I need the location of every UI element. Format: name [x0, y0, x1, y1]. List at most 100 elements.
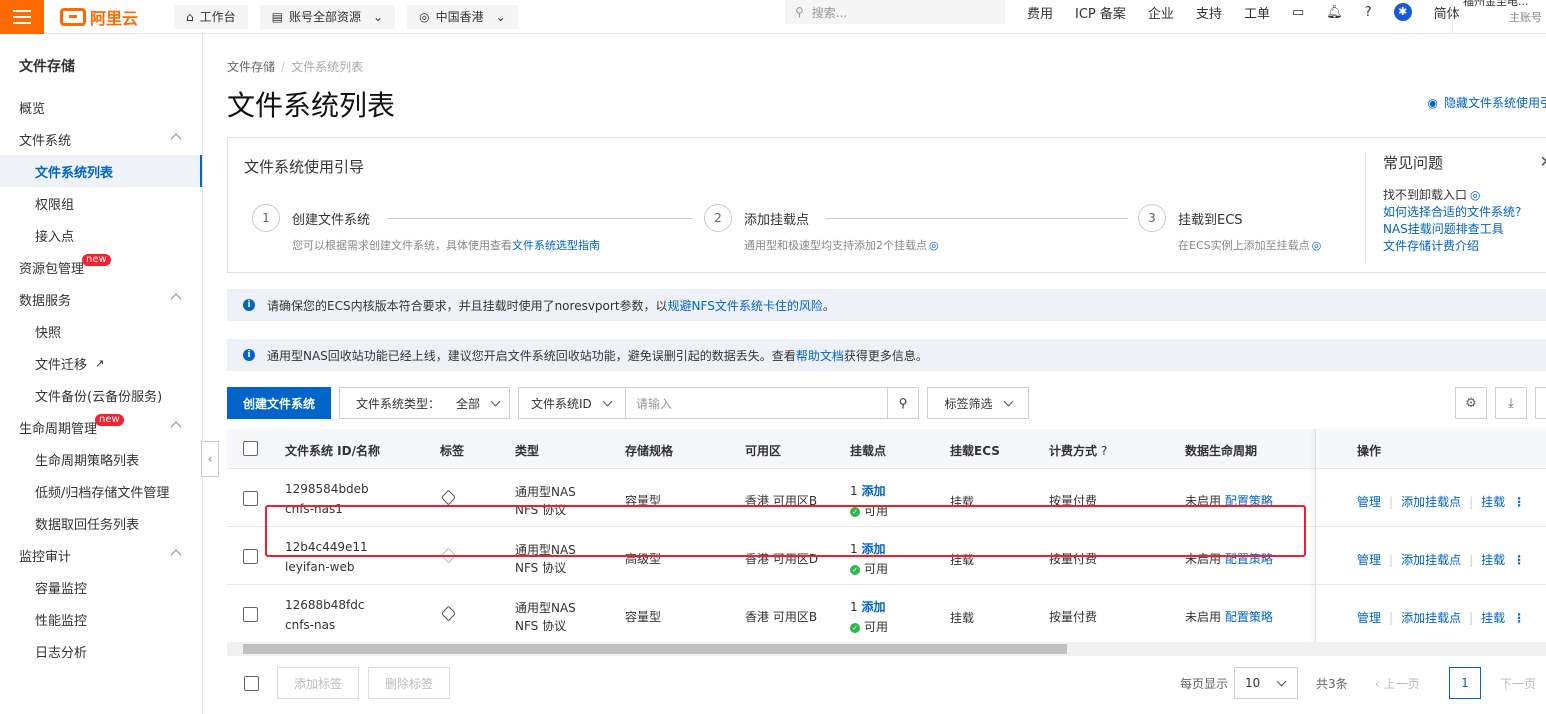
row-checkbox[interactable] [243, 549, 258, 564]
sidebar-item-performance-monitor[interactable]: 性能监控 [0, 603, 202, 635]
sidebar-item-retrieval-tasks[interactable]: 数据取回任务列表 [0, 507, 202, 539]
faq-link[interactable]: 文件存储计费介绍 [1383, 239, 1479, 253]
sidebar-item-permission-group[interactable]: 权限组 [0, 187, 202, 219]
aliyun-logo[interactable]: 阿里云 [60, 5, 138, 29]
select-all-checkbox[interactable] [243, 441, 258, 456]
workbench-button[interactable]: ⌂ 工作台 [174, 4, 248, 29]
notice-link[interactable]: 规避NFS文件系统卡住的风险 [668, 297, 823, 314]
link-billing[interactable]: 费用 [1027, 3, 1053, 22]
mount-status: ✓ 可用 [850, 618, 888, 635]
notice-tail: 获得更多信息。 [843, 348, 928, 363]
guide-title: 文件系统使用引导 [244, 158, 365, 176]
refresh-icon[interactable] [1535, 387, 1546, 419]
sidebar-item-log-analysis[interactable]: 日志分析 [0, 635, 202, 667]
footer-select-all-checkbox[interactable] [244, 676, 259, 691]
sidebar-item-label: 生命周期管理 [19, 421, 98, 437]
tag-icon[interactable] [440, 605, 457, 622]
add-tag-button[interactable]: 添加标签 [277, 667, 359, 699]
help-icon[interactable]: ◎ [929, 239, 939, 252]
horizontal-scrollbar[interactable] [227, 642, 1546, 656]
download-icon[interactable]: ⤓ [1495, 387, 1527, 419]
add-mount-link[interactable]: 添加 [861, 600, 885, 614]
col-zone: 可用区 [745, 444, 782, 458]
sidebar-item-overview[interactable]: 概览 [0, 91, 202, 123]
sidebar-item-backup[interactable]: 文件备份(云备份服务) [0, 379, 202, 411]
filesystem-id-link[interactable]: 12688b48fdc [285, 598, 365, 612]
list-toolbar: 创建文件系统 文件系统类型： 全部 文件系统ID 请输入 ⚲ 标签筛选 [227, 387, 1029, 419]
mount-count-value: 1 [850, 600, 858, 614]
sidebar: 文件存储 概览 文件系统 文件系统列表 权限组 接入点 资源包管理 new 数据服… [0, 34, 203, 714]
sidebar-group-lifecycle[interactable]: 生命周期管理 new [0, 411, 202, 443]
link-support[interactable]: 支持 [1196, 3, 1222, 22]
search-field-select[interactable]: 文件系统ID [518, 387, 626, 419]
sidebar-item-archive-files[interactable]: 低频/归档存储文件管理 [0, 475, 202, 507]
hide-guide-link[interactable]: ◉ 隐藏文件系统使用引 [1428, 94, 1546, 111]
chevron-up-icon [170, 133, 182, 145]
sidebar-item-access-point[interactable]: 接入点 [0, 219, 202, 251]
sidebar-item-label: 数据取回任务列表 [35, 517, 140, 533]
menu-icon[interactable] [0, 0, 44, 34]
link-enterprise[interactable]: 企业 [1148, 3, 1174, 22]
prev-page-button[interactable]: ‹ 上一页 [1375, 675, 1420, 692]
assistant-icon[interactable]: ✱ [1393, 3, 1412, 21]
sidebar-title: 文件存储 [19, 59, 75, 75]
create-filesystem-button[interactable]: 创建文件系统 [227, 387, 331, 419]
add-mount-link[interactable]: 添加 [861, 484, 885, 498]
scrollbar-thumb[interactable] [243, 644, 1067, 654]
protocol-text: NFS 协议 [515, 619, 567, 633]
sidebar-item-filesystem-list[interactable]: 文件系统列表 [0, 155, 202, 187]
next-page-button[interactable]: 下一页 [1500, 675, 1536, 692]
tag-icon[interactable] [440, 489, 457, 506]
sidebar-group-monitoring[interactable]: 监控审计 [0, 539, 202, 571]
resources-dropdown[interactable]: ▤ 账号全部资源 ⌄ [259, 4, 396, 29]
filesystem-type-select[interactable]: 文件系统类型： 全部 [339, 387, 510, 419]
sidebar-item-migration[interactable]: 文件迁移 ↗ [0, 347, 202, 379]
tag-filter-dropdown[interactable]: 标签筛选 [927, 387, 1029, 419]
account-menu[interactable]: 福州金至电... 主账号 [1452, 0, 1546, 34]
filesystem-id-link[interactable]: 1298584bdeb [285, 482, 369, 496]
link-ticket[interactable]: 工单 [1244, 3, 1270, 22]
faq-link[interactable]: 如何选择合适的文件系统? [1383, 205, 1521, 219]
link-icp[interactable]: ICP 备案 [1075, 3, 1126, 22]
notice-recycle-bin: i 通用型NAS回收站功能已经上线，建议您开启文件系统回收站功能，避免误删引起的数… [227, 339, 1546, 371]
sidebar-item-lifecycle-policy[interactable]: 生命周期策略列表 [0, 443, 202, 475]
row-checkbox[interactable] [243, 607, 258, 622]
total-count: 共3条 [1316, 677, 1348, 691]
notice-link[interactable]: 帮助文档 [796, 347, 844, 364]
col-tag: 标签 [440, 444, 465, 458]
breadcrumb-root[interactable]: 文件存储 [227, 60, 275, 74]
sidebar-item-snapshot[interactable]: 快照 [0, 315, 202, 347]
search-button[interactable]: ⚲ [887, 387, 919, 419]
settings-gear-icon[interactable]: ⚙ [1455, 387, 1487, 419]
notice-text: 请确保您的ECS内核版本符合要求，并且挂载时使用了noresvport参数，以 [267, 298, 668, 313]
faq-link[interactable]: NAS挂载问题排查工具 [1383, 222, 1504, 236]
faq-item[interactable]: 找不到卸载入口 ◎ [1383, 187, 1546, 204]
global-search[interactable]: ⚲ 搜索... [785, 0, 1005, 24]
row-checkbox[interactable] [243, 491, 258, 506]
config-policy-link[interactable]: 配置策略 [1225, 610, 1273, 624]
search-icon: ⚲ [898, 396, 908, 410]
selection-guide-link[interactable]: 文件系统选型指南 [512, 239, 600, 252]
help-icon[interactable]: ? [1365, 5, 1372, 20]
bell-icon[interactable]: 🔔︎ [1326, 5, 1343, 20]
sidebar-item-capacity-monitor[interactable]: 容量监控 [0, 571, 202, 603]
sidebar-item-resource-package[interactable]: 资源包管理 new [0, 251, 202, 283]
guide-step-3: 3 挂载到ECS [1138, 204, 1243, 232]
sidebar-item-label: 监控审计 [19, 549, 72, 565]
sidebar-group-filesystem[interactable]: 文件系统 [0, 123, 202, 155]
page-size-select[interactable]: 10 [1234, 667, 1298, 699]
help-icon[interactable]: ◎ [1312, 239, 1322, 252]
mount-count-value: 1 [850, 484, 858, 498]
terminal-icon[interactable]: ▭ [1292, 5, 1304, 20]
col-id-name: 文件系统 ID/名称 [285, 444, 380, 458]
search-input[interactable]: 请输入 [625, 387, 888, 419]
sidebar-group-data-service[interactable]: 数据服务 [0, 283, 202, 315]
help-icon[interactable]: ? [1101, 444, 1107, 458]
chevron-down-icon [1003, 396, 1013, 406]
page-1-button[interactable]: 1 [1449, 667, 1481, 699]
mount-status-text: 可用 [864, 620, 889, 634]
remove-tag-button[interactable]: 删除标签 [368, 667, 450, 699]
mount-ecs-link[interactable]: 挂载 [950, 609, 974, 626]
region-dropdown[interactable]: ◎ 中国香港 ⌄ [407, 4, 518, 29]
close-icon[interactable]: ✕ [1540, 152, 1546, 171]
